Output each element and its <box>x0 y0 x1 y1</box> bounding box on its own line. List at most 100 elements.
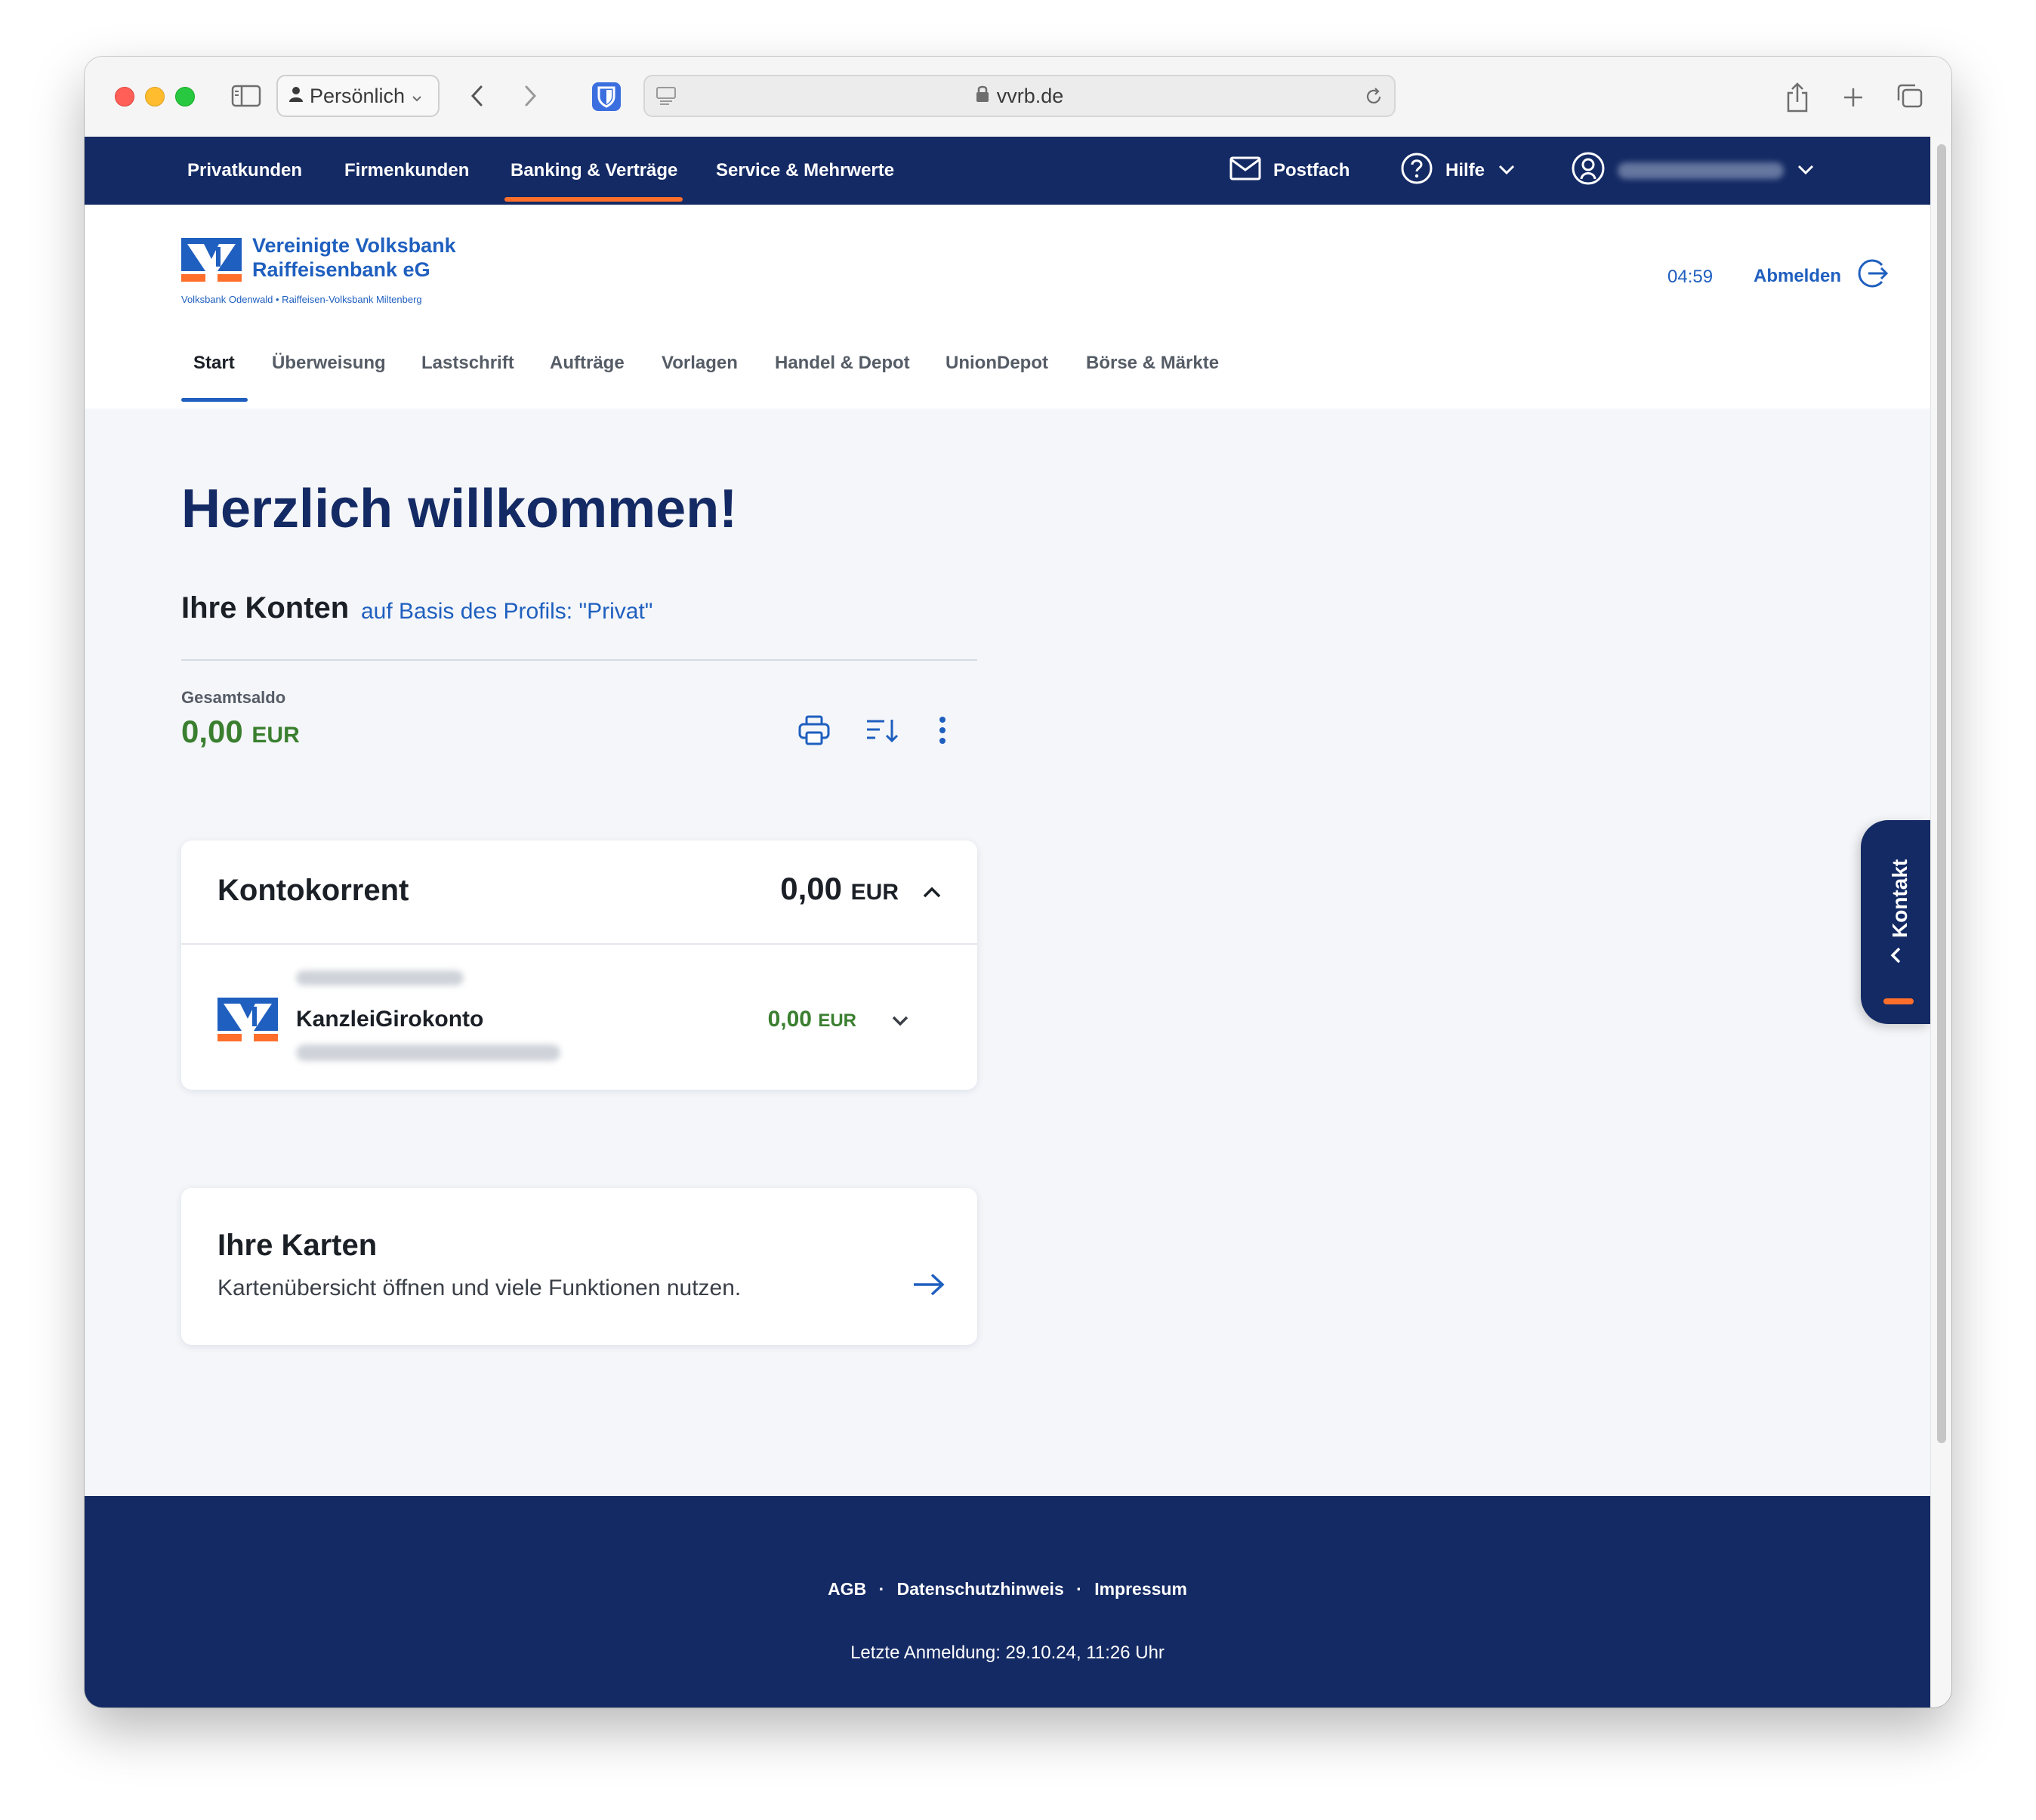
envelope-icon <box>1229 156 1261 186</box>
logout-button[interactable]: Abmelden <box>1754 256 1891 296</box>
minimize-window-button[interactable] <box>145 87 165 106</box>
last-login: Letzte Anmeldung: 29.10.24, 11:26 Uhr <box>850 1643 1165 1663</box>
chevron-up-icon[interactable] <box>918 881 946 904</box>
tab-vorlagen[interactable]: Vorlagen <box>662 353 738 374</box>
page-title: Herzlich willkommen! <box>181 479 738 539</box>
karten-card[interactable]: Ihre Karten Kartenübersicht öffnen und v… <box>181 1188 977 1345</box>
chevron-down-icon <box>1497 160 1516 181</box>
footer-links: AGB · Datenschutzhinweis · Impressum <box>85 1579 1930 1599</box>
bank-name[interactable]: Vereinigte Volksbank Raiffeisenbank eG <box>252 233 456 282</box>
lock-icon <box>976 85 989 108</box>
chevron-down-icon[interactable] <box>888 1011 912 1031</box>
bank-subtitle: Volksbank Odenwald • Raiffeisen-Volksban… <box>181 294 422 305</box>
account-currency: EUR <box>818 1010 856 1031</box>
reload-icon[interactable] <box>1362 85 1385 108</box>
share-icon[interactable] <box>1782 79 1812 114</box>
footer-link-agb[interactable]: AGB <box>828 1579 866 1599</box>
footer-link-impressum[interactable]: Impressum <box>1094 1579 1187 1599</box>
kontokorrent-title: Kontokorrent <box>217 874 409 907</box>
url-text: vvrb.de <box>996 84 1064 107</box>
kontakt-tab[interactable]: Kontakt <box>1861 820 1930 1024</box>
accounts-heading: Ihre Konten <box>181 591 350 625</box>
karten-title: Ihre Karten <box>217 1229 378 1262</box>
volksbank-logo-icon <box>217 998 278 1041</box>
tab-handel-depot[interactable]: Handel & Depot <box>775 353 910 374</box>
tab-auftraege[interactable]: Aufträge <box>550 353 625 374</box>
profile-label: Persönlich <box>310 84 406 107</box>
total-balance-label: Gesamtsaldo <box>181 688 286 707</box>
account-balance: 0,00 EUR <box>768 1007 856 1032</box>
account-amount: 0,00 <box>767 1007 812 1032</box>
more-options-icon[interactable] <box>923 711 962 750</box>
help-icon <box>1400 152 1433 190</box>
kontakt-accent <box>1883 998 1914 1004</box>
close-window-button[interactable] <box>115 87 134 106</box>
address-bar[interactable]: vvrb.de <box>643 75 1396 117</box>
kontokorrent-amount: 0,00 <box>780 871 842 906</box>
footer-separator: · <box>878 1579 885 1599</box>
chevron-down-icon <box>411 85 423 108</box>
tab-start[interactable]: Start <box>193 353 235 374</box>
profile-link[interactable]: auf Basis des Profils: "Privat" <box>361 599 652 625</box>
postfach-label: Postfach <box>1273 160 1350 180</box>
profile-selector[interactable]: Persönlich <box>276 75 440 117</box>
postfach-link[interactable]: Postfach <box>1229 137 1350 205</box>
volksbank-logo-icon[interactable] <box>181 238 242 282</box>
tab-lastschrift[interactable]: Lastschrift <box>421 353 514 374</box>
tab-overview-icon[interactable] <box>1894 81 1924 111</box>
main-content: Herzlich willkommen! Ihre Konten auf Bas… <box>85 409 1930 1496</box>
nav-firmenkunden[interactable]: Firmenkunden <box>344 137 469 205</box>
tab-ueberweisung[interactable]: Überweisung <box>272 353 386 374</box>
site-footer: AGB · Datenschutzhinweis · Impressum Let… <box>85 1496 1930 1707</box>
account-name[interactable]: KanzleiGirokonto <box>296 1007 483 1032</box>
back-icon[interactable] <box>462 81 492 111</box>
kontokorrent-card: Kontokorrent 0,00 EUR KanzleiGirokonto 0… <box>181 841 977 1090</box>
account-owner-redacted <box>296 970 464 986</box>
nav-active-indicator <box>504 197 683 202</box>
kontokorrent-currency: EUR <box>850 880 899 905</box>
user-menu[interactable] <box>1571 137 1815 205</box>
tab-uniondepot[interactable]: UnionDepot <box>946 353 1048 374</box>
total-balance: 0,00 EUR <box>181 714 300 750</box>
new-tab-icon[interactable] <box>1838 82 1868 113</box>
sidebar-toggle-icon[interactable] <box>231 82 261 110</box>
tab-active-indicator <box>181 398 248 402</box>
tab-boerse-maerkte[interactable]: Börse & Märkte <box>1086 353 1219 374</box>
site-header: Vereinigte Volksbank Raiffeisenbank eG V… <box>85 205 1930 410</box>
print-icon[interactable] <box>794 711 834 750</box>
forward-icon[interactable] <box>515 81 545 111</box>
footer-separator: · <box>1076 1579 1082 1599</box>
scrollbar-thumb[interactable] <box>1937 144 1946 1443</box>
session-timer: 04:59 <box>1667 267 1714 287</box>
footer-link-datenschutz[interactable]: Datenschutzhinweis <box>897 1579 1064 1599</box>
chevron-left-icon <box>1885 944 1908 967</box>
user-avatar-icon <box>1571 151 1606 191</box>
browser-window: Persönlich vvrb.de Privatkunden Firmenku… <box>85 57 1951 1707</box>
kontakt-label: Kontakt <box>1888 859 1911 938</box>
hilfe-label: Hilfe <box>1445 160 1485 180</box>
top-navigation: Privatkunden Firmenkunden Banking & Vert… <box>85 137 1930 205</box>
hilfe-menu[interactable]: Hilfe <box>1400 137 1516 205</box>
total-balance-amount: 0,00 <box>181 714 243 749</box>
nav-service-mehrwerte[interactable]: Service & Mehrwerte <box>716 137 894 205</box>
browser-toolbar: Persönlich vvrb.de <box>85 57 1951 137</box>
sort-icon[interactable] <box>862 711 902 750</box>
chevron-down-icon <box>1796 160 1815 181</box>
nav-privatkunden[interactable]: Privatkunden <box>187 137 302 205</box>
arrow-right-icon[interactable] <box>911 1269 947 1300</box>
total-balance-currency: EUR <box>251 723 300 748</box>
bank-name-line2: Raiffeisenbank eG <box>252 258 430 281</box>
scrollbar[interactable] <box>1930 137 1951 1707</box>
divider <box>181 943 977 945</box>
bank-name-line1: Vereinigte Volksbank <box>252 234 456 257</box>
karten-description: Kartenübersicht öffnen und viele Funktio… <box>217 1276 742 1300</box>
zoom-window-button[interactable] <box>175 87 195 106</box>
logout-icon <box>1856 256 1891 296</box>
nav-banking-vertraege[interactable]: Banking & Verträge <box>511 137 677 205</box>
bitwarden-shield-icon[interactable] <box>591 81 622 113</box>
divider <box>181 659 977 661</box>
user-name-redacted <box>1618 162 1784 179</box>
account-iban-redacted <box>296 1044 560 1061</box>
person-icon <box>288 85 304 108</box>
kontokorrent-balance: 0,00 EUR <box>780 871 899 907</box>
